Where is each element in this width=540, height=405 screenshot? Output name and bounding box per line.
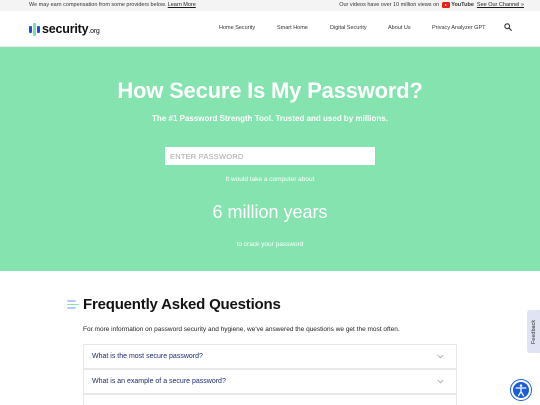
search-icon[interactable] — [504, 23, 512, 31]
logo-name: security — [42, 22, 89, 36]
hero-subtitle: The #1 Password Strength Tool. Trusted a… — [152, 114, 388, 123]
feedback-tab[interactable]: Feedback — [527, 310, 540, 353]
youtube-play-icon — [442, 2, 451, 8]
disclaimer-text: We may earn compensation from some provi… — [29, 2, 167, 8]
faq-item[interactable]: What is an example of a secure password? — [83, 369, 457, 394]
password-checker-hero: How Secure Is My Password? The #1 Passwo… — [0, 47, 540, 271]
youtube-wordmark: YouTube — [451, 2, 474, 8]
logo-mark-icon — [29, 22, 40, 36]
site-logo[interactable]: security.org — [29, 22, 100, 36]
promo-bar: We may earn compensation from some provi… — [0, 0, 540, 11]
chevron-down-icon — [437, 354, 444, 359]
faq-question: What is an example of a secure password? — [92, 378, 226, 385]
password-input[interactable] — [165, 147, 375, 165]
see-channel-link[interactable]: See Our Channel » — [477, 2, 524, 8]
nav-item-about-us[interactable]: About Us — [388, 25, 411, 31]
videos-text: Our videos have over 10 million views on — [339, 2, 440, 8]
faq-item[interactable] — [83, 394, 457, 405]
faq-item[interactable]: What is the most secure password? — [83, 344, 457, 369]
learn-more-link[interactable]: Learn More — [168, 2, 196, 8]
faq-intro: For more information on password securit… — [83, 326, 400, 333]
faq-question: What is the most secure password? — [92, 353, 203, 360]
logo-tld: .org — [88, 28, 100, 35]
crack-time-prefix: It would take a computer about — [225, 176, 315, 183]
crack-time-suffix: to crack your password — [236, 241, 304, 248]
logo-text: security.org — [42, 22, 100, 36]
nav-item-digital-security[interactable]: Digital Security — [330, 25, 367, 31]
nav-item-home-security[interactable]: Home Security — [219, 25, 255, 31]
nav-item-smart-home[interactable]: Smart Home — [277, 25, 308, 31]
feedback-label: Feedback — [530, 319, 537, 344]
youtube-promo: Our videos have over 10 million views on… — [339, 2, 524, 8]
nav-item-privacy-analyzer[interactable]: Privacy Analyzer GPT — [432, 25, 486, 31]
accessibility-icon — [515, 384, 527, 397]
chevron-down-icon — [437, 379, 444, 384]
faq-heading: Frequently Asked Questions — [83, 296, 281, 313]
accessibility-button[interactable] — [511, 380, 531, 400]
page-title: How Secure Is My Password? — [117, 78, 423, 103]
crack-time-result: 6 million years — [212, 202, 328, 222]
faq-lines-icon — [67, 299, 79, 311]
youtube-logo[interactable]: YouTube — [442, 2, 474, 8]
disclaimer: We may earn compensation from some provi… — [29, 2, 196, 8]
